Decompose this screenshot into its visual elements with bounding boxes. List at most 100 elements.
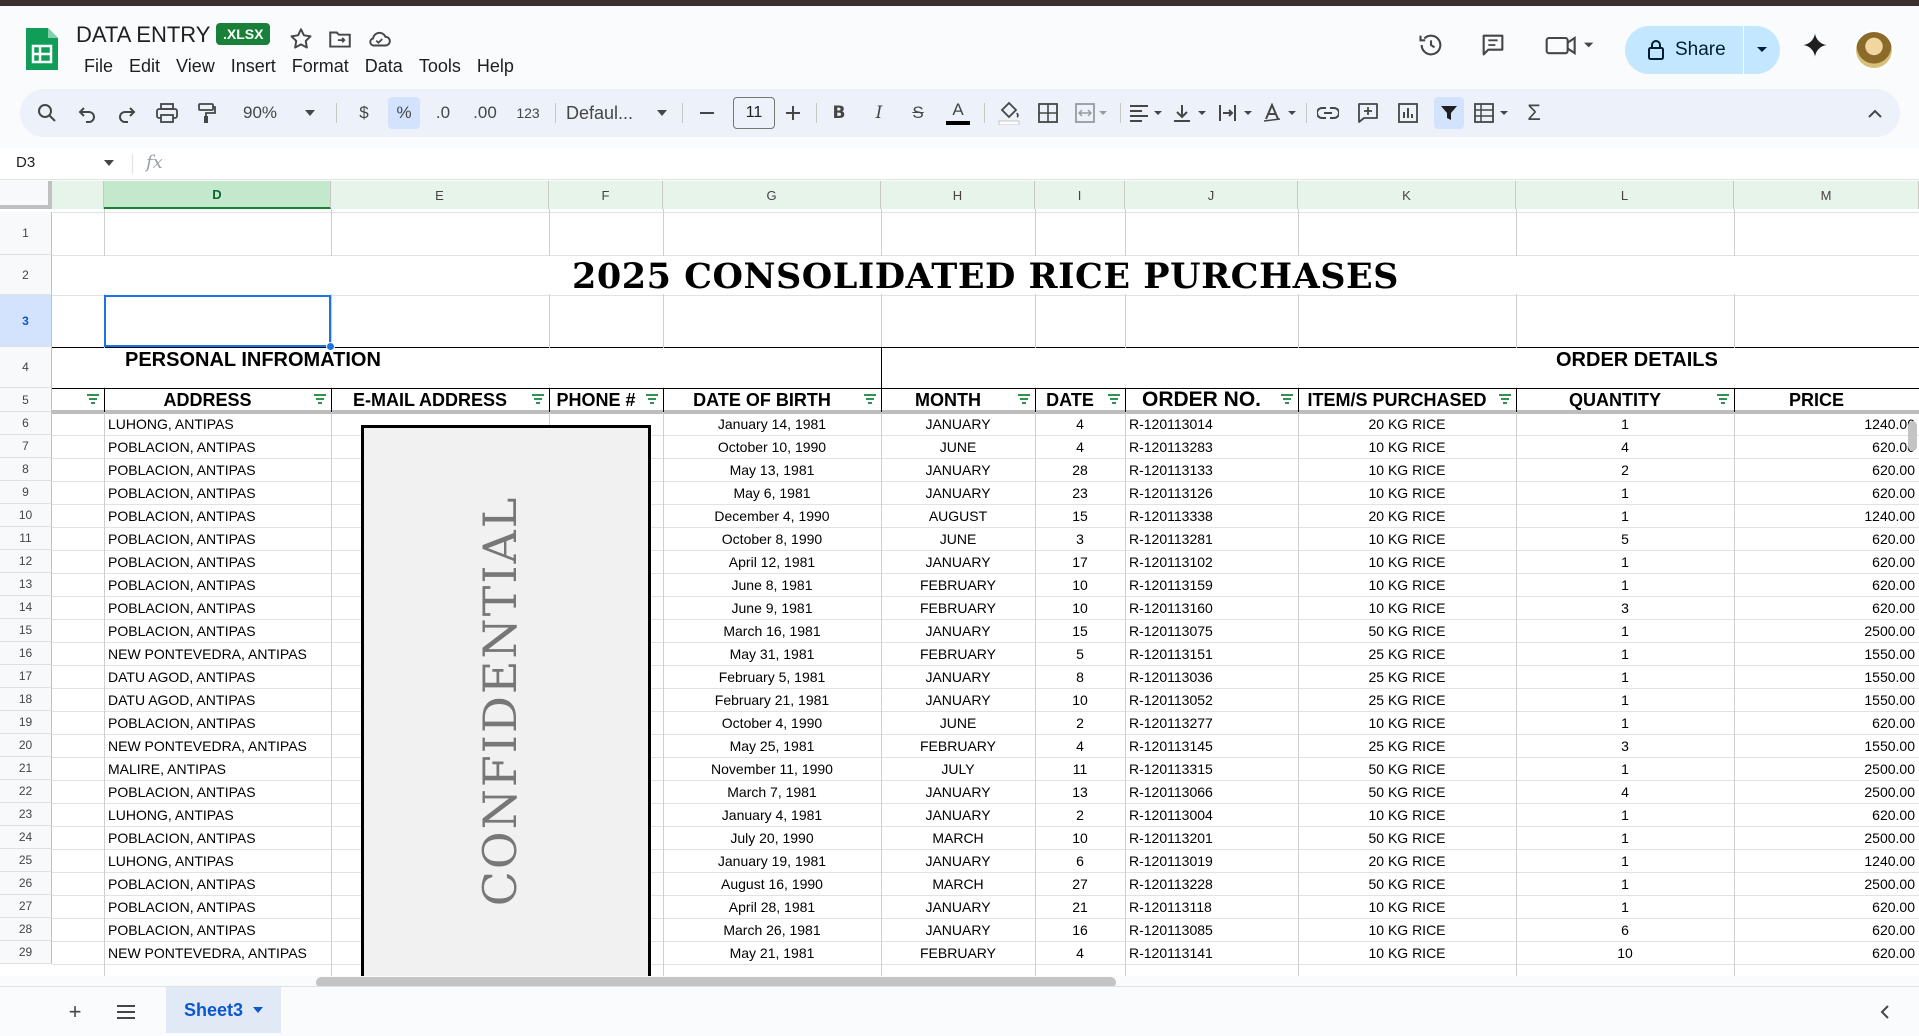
date-cell[interactable]: 10: [1035, 596, 1125, 619]
menu-data[interactable]: Data: [357, 52, 411, 81]
dob-cell[interactable]: March 16, 1981: [663, 619, 881, 642]
items-cell[interactable]: 10 KG RICE: [1298, 918, 1516, 941]
quantity-cell[interactable]: 4: [1516, 780, 1734, 803]
items-cell[interactable]: 20 KG RICE: [1298, 849, 1516, 872]
column-title-quantity[interactable]: QUANTITY: [1516, 388, 1714, 412]
items-cell[interactable]: 25 KG RICE: [1298, 665, 1516, 688]
address-cell[interactable]: LUHONG, ANTIPAS: [104, 849, 331, 872]
font-size-input[interactable]: 11: [733, 97, 775, 129]
month-cell[interactable]: JANUARY: [881, 619, 1035, 642]
address-cell[interactable]: POBLACION, ANTIPAS: [104, 435, 331, 458]
merge-cells-icon[interactable]: [1072, 97, 1112, 129]
column-filter-icon[interactable]: [863, 392, 877, 406]
row-header[interactable]: 14: [0, 596, 52, 619]
date-cell[interactable]: 2: [1035, 711, 1125, 734]
name-box[interactable]: D3: [16, 154, 35, 171]
date-cell[interactable]: 4: [1035, 734, 1125, 757]
date-cell[interactable]: 10: [1035, 826, 1125, 849]
fill-handle[interactable]: [326, 342, 335, 351]
dob-cell[interactable]: January 14, 1981: [663, 412, 881, 435]
order-no-cell[interactable]: R-120113075: [1125, 619, 1298, 642]
document-title[interactable]: DATA ENTRY: [76, 22, 210, 48]
dob-cell[interactable]: February 21, 1981: [663, 688, 881, 711]
quantity-cell[interactable]: 1: [1516, 412, 1734, 435]
row-header[interactable]: 11: [0, 527, 52, 550]
insert-link-icon[interactable]: [1314, 97, 1342, 129]
address-cell[interactable]: NEW PONTEVEDRA, ANTIPAS: [104, 642, 331, 665]
menu-insert[interactable]: Insert: [223, 52, 284, 81]
items-cell[interactable]: 10 KG RICE: [1298, 435, 1516, 458]
paint-format-icon[interactable]: [194, 97, 220, 129]
row-header[interactable]: 12: [0, 550, 52, 573]
price-cell[interactable]: 620.00: [1734, 573, 1919, 596]
column-header-g[interactable]: G: [663, 181, 881, 209]
row-header[interactable]: 13: [0, 573, 52, 596]
version-history-icon[interactable]: [1414, 28, 1448, 62]
order-no-cell[interactable]: R-120113338: [1125, 504, 1298, 527]
items-cell[interactable]: 10 KG RICE: [1298, 550, 1516, 573]
font-family-select[interactable]: Defaul...: [566, 97, 650, 129]
order-no-cell[interactable]: R-120113102: [1125, 550, 1298, 573]
address-cell[interactable]: POBLACION, ANTIPAS: [104, 458, 331, 481]
more-formats-button[interactable]: 123: [510, 97, 546, 129]
font-dropdown-icon[interactable]: [654, 97, 670, 129]
month-cell[interactable]: JUNE: [881, 527, 1035, 550]
column-title-date[interactable]: DATE: [1035, 388, 1105, 412]
items-cell[interactable]: 10 KG RICE: [1298, 573, 1516, 596]
price-cell[interactable]: 620.00: [1734, 941, 1919, 964]
month-cell[interactable]: FEBRUARY: [881, 642, 1035, 665]
month-cell[interactable]: JULY: [881, 757, 1035, 780]
quantity-cell[interactable]: 1: [1516, 872, 1734, 895]
date-cell[interactable]: 10: [1035, 688, 1125, 711]
price-cell[interactable]: 1240.00: [1734, 849, 1919, 872]
items-cell[interactable]: 10 KG RICE: [1298, 481, 1516, 504]
items-cell[interactable]: 50 KG RICE: [1298, 872, 1516, 895]
formula-input[interactable]: [180, 154, 1880, 174]
month-cell[interactable]: JANUARY: [881, 803, 1035, 826]
sheets-logo-icon[interactable]: [24, 26, 60, 72]
row-header[interactable]: 6: [0, 412, 52, 435]
column-title-price[interactable]: PRICE: [1734, 388, 1899, 412]
row-header[interactable]: 28: [0, 918, 52, 941]
row-header[interactable]: 25: [0, 849, 52, 872]
row-header[interactable]: 9: [0, 481, 52, 504]
price-cell[interactable]: 620.00: [1734, 550, 1919, 573]
month-cell[interactable]: FEBRUARY: [881, 941, 1035, 964]
month-cell[interactable]: JUNE: [881, 435, 1035, 458]
date-cell[interactable]: 16: [1035, 918, 1125, 941]
date-cell[interactable]: 17: [1035, 550, 1125, 573]
address-cell[interactable]: POBLACION, ANTIPAS: [104, 711, 331, 734]
date-cell[interactable]: 15: [1035, 619, 1125, 642]
dob-cell[interactable]: February 5, 1981: [663, 665, 881, 688]
column-filter-icon[interactable]: [1498, 392, 1512, 406]
row-header[interactable]: 24: [0, 826, 52, 849]
date-cell[interactable]: 10: [1035, 573, 1125, 596]
borders-icon[interactable]: [1034, 97, 1062, 129]
order-no-cell[interactable]: R-120113151: [1125, 642, 1298, 665]
increase-font-size-icon[interactable]: [780, 97, 806, 129]
column-title-order-no[interactable]: ORDER NO.: [1125, 388, 1278, 412]
column-header-d[interactable]: D: [104, 181, 331, 209]
date-cell[interactable]: 11: [1035, 757, 1125, 780]
column-header-f[interactable]: F: [549, 181, 663, 209]
address-cell[interactable]: POBLACION, ANTIPAS: [104, 918, 331, 941]
row-header[interactable]: 8: [0, 458, 52, 481]
date-cell[interactable]: 5: [1035, 642, 1125, 665]
price-cell[interactable]: 1240.00: [1734, 412, 1919, 435]
address-cell[interactable]: POBLACION, ANTIPAS: [104, 895, 331, 918]
sheet-title[interactable]: 2025 CONSOLIDATED RICE PURCHASES: [52, 255, 1919, 297]
quantity-cell[interactable]: 1: [1516, 895, 1734, 918]
column-header-c[interactable]: [52, 181, 104, 209]
address-cell[interactable]: DATU AGOD, ANTIPAS: [104, 665, 331, 688]
move-folder-icon[interactable]: [327, 26, 353, 52]
row-header[interactable]: 7: [0, 435, 52, 458]
row-header[interactable]: 15: [0, 619, 52, 642]
text-color-icon[interactable]: A: [942, 97, 974, 129]
row-header[interactable]: 18: [0, 688, 52, 711]
quantity-cell[interactable]: 1: [1516, 619, 1734, 642]
quantity-cell[interactable]: 10: [1516, 941, 1734, 964]
price-cell[interactable]: 1550.00: [1734, 665, 1919, 688]
row-header[interactable]: 21: [0, 757, 52, 780]
row-header[interactable]: 17: [0, 665, 52, 688]
column-header-m[interactable]: M: [1734, 181, 1919, 209]
